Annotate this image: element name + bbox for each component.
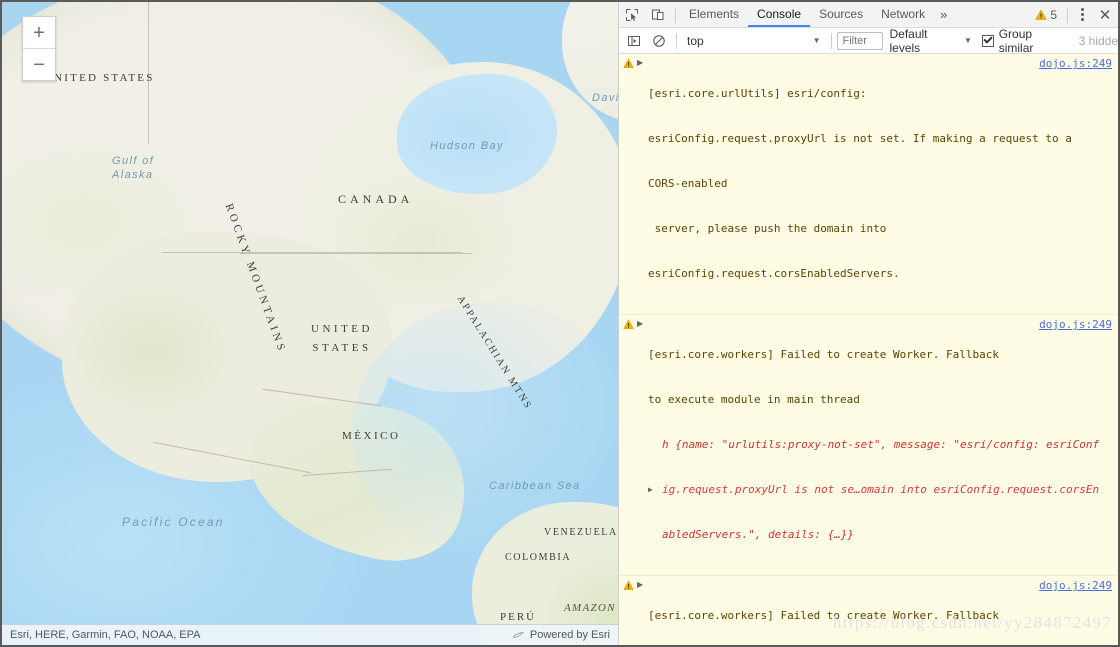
map-viewport[interactable]: UNITED STATES Gulf of Alaska CANADA Huds… (2, 2, 618, 645)
graticule-line (240, 253, 472, 254)
map-zoom-controls: + − (22, 16, 56, 81)
more-tabs-icon[interactable]: » (934, 7, 953, 22)
message-text: [esri.core.urlUtils] esri/config: esriCo… (648, 56, 1118, 311)
devtools-menu-icon[interactable] (1072, 2, 1092, 27)
execution-context-selector[interactable]: top ▼ (681, 31, 826, 51)
message-expand-arrow[interactable]: ▶ (637, 317, 648, 572)
message-line: esriConfig.request.proxyUrl is not set. … (648, 132, 1072, 145)
warning-count-indicator[interactable]: 5 (1029, 8, 1063, 22)
warning-triangle-icon (619, 317, 637, 572)
inspect-element-icon[interactable] (619, 2, 645, 27)
map-label-venezuela: VENEZUELA (544, 527, 618, 538)
tab-sources[interactable]: Sources (810, 2, 872, 27)
device-toolbar-icon[interactable] (645, 2, 671, 27)
message-expand-arrow[interactable]: ▶ (637, 56, 648, 311)
hidden-messages-count: 3 hidde (1078, 33, 1118, 48)
toolbar-divider (675, 6, 676, 23)
zoom-in-button[interactable]: + (23, 17, 55, 49)
filterbar-divider (676, 32, 678, 49)
map-label-colombia: COLOMBIA (505, 552, 572, 563)
hudson-bay-water (397, 74, 557, 194)
tab-console[interactable]: Console (748, 2, 811, 27)
message-head: [esri.core.workers] Failed to create Wor… (648, 348, 999, 361)
warning-triangle-icon (619, 578, 637, 645)
warning-triangle-icon (619, 56, 637, 311)
console-message[interactable]: ▶ [esri.core.workers] Failed to create W… (619, 315, 1118, 576)
devtools-panel: Elements Console Sources Network » 5 ✕ t… (618, 2, 1120, 645)
execution-context-value: top (687, 33, 704, 48)
group-similar-toggle[interactable]: Group similar (978, 27, 1071, 55)
console-filter-bar: top ▼ Default levels ▼ Group similar 3 h… (619, 27, 1118, 55)
map-label-gulf-of-alaska: Gulf of Alaska (112, 155, 155, 181)
console-message-list[interactable]: ▶ [esri.core.urlUtils] esri/config: esri… (619, 54, 1118, 645)
message-head: [esri.core.urlUtils] esri/config: (648, 87, 867, 100)
esri-globe-icon (512, 631, 524, 638)
message-source-link[interactable]: dojo.js:249 (1039, 318, 1112, 331)
clear-console-icon[interactable] (647, 28, 673, 53)
console-message[interactable]: ▶ [esri.core.workers] Failed to create W… (619, 576, 1118, 645)
warning-triangle-icon (1035, 8, 1048, 20)
message-detail-line: abledServers.", details: {…}} (662, 528, 855, 541)
message-source-link[interactable]: dojo.js:249 (1039, 579, 1112, 592)
group-similar-checkbox[interactable] (981, 34, 994, 47)
message-line: esriConfig.request.corsEnabledServers. (648, 267, 900, 280)
map-label-amazon: AMAZON (564, 602, 616, 614)
map-label-davis-strait: Davi (592, 92, 618, 104)
map-label-pacific-ocean: Pacific Ocean (122, 515, 225, 529)
message-detail-row: ▶ ig.request.proxyUrl is not se…omain in… (648, 482, 1114, 497)
powered-by-label: Powered by Esri (529, 629, 610, 641)
close-devtools-icon[interactable]: ✕ (1092, 2, 1118, 27)
message-text: [esri.core.workers] Failed to create Wor… (648, 317, 1118, 572)
map-label-mexico: MÉXICO (342, 430, 401, 442)
message-detail-line: ig.request.proxyUrl is not se…omain into… (662, 483, 1100, 496)
tab-network[interactable]: Network (872, 2, 934, 27)
filterbar-divider (830, 32, 832, 49)
toolbar-divider (1067, 6, 1068, 23)
warning-count-value: 5 (1050, 7, 1057, 22)
message-line: to execute module in main thread (648, 393, 860, 406)
devtools-tabbar: Elements Console Sources Network » 5 ✕ (619, 2, 1118, 28)
map-label-caribbean-sea: Caribbean Sea (489, 480, 581, 492)
tab-elements[interactable]: Elements (680, 2, 748, 27)
log-levels-value: Default levels (889, 26, 928, 55)
zoom-out-button[interactable]: − (23, 49, 55, 80)
message-head: [esri.core.workers] Failed to create Wor… (648, 609, 999, 622)
console-filter-input[interactable] (837, 31, 884, 50)
map-label-peru: PERÚ (500, 611, 537, 623)
map-label-hudson-bay: Hudson Bay (430, 140, 504, 152)
log-levels-selector[interactable]: Default levels ▼ (883, 27, 977, 55)
message-expand-arrow[interactable]: ▶ (637, 578, 648, 645)
map-label-canada: CANADA (338, 192, 414, 206)
message-source-link[interactable]: dojo.js:249 (1039, 57, 1112, 70)
map-attribution-bar: Esri, HERE, Garmin, FAO, NOAA, EPA Power… (2, 624, 618, 645)
console-sidebar-toggle-icon[interactable] (621, 28, 647, 53)
message-line: server, please push the domain into (648, 222, 887, 235)
map-label-united-states-alaska: UNITED STATES (44, 72, 155, 84)
map-label-united-states: UNITED STATES (311, 323, 373, 354)
chevron-down-icon: ▼ (963, 36, 972, 45)
attribution-text: Esri, HERE, Garmin, FAO, NOAA, EPA (10, 629, 201, 641)
powered-by-esri[interactable]: Powered by Esri (512, 629, 610, 642)
chevron-down-icon: ▼ (812, 36, 821, 45)
detail-expand-arrow[interactable]: ▶ (648, 482, 662, 497)
browser-window: UNITED STATES Gulf of Alaska CANADA Huds… (0, 0, 1120, 647)
group-similar-label: Group similar (998, 26, 1034, 55)
console-message[interactable]: ▶ [esri.core.urlUtils] esri/config: esri… (619, 54, 1118, 315)
message-line: CORS-enabled (648, 177, 728, 190)
message-detail-line: h {name: "urlutils:proxy-not-set", messa… (662, 438, 1100, 451)
